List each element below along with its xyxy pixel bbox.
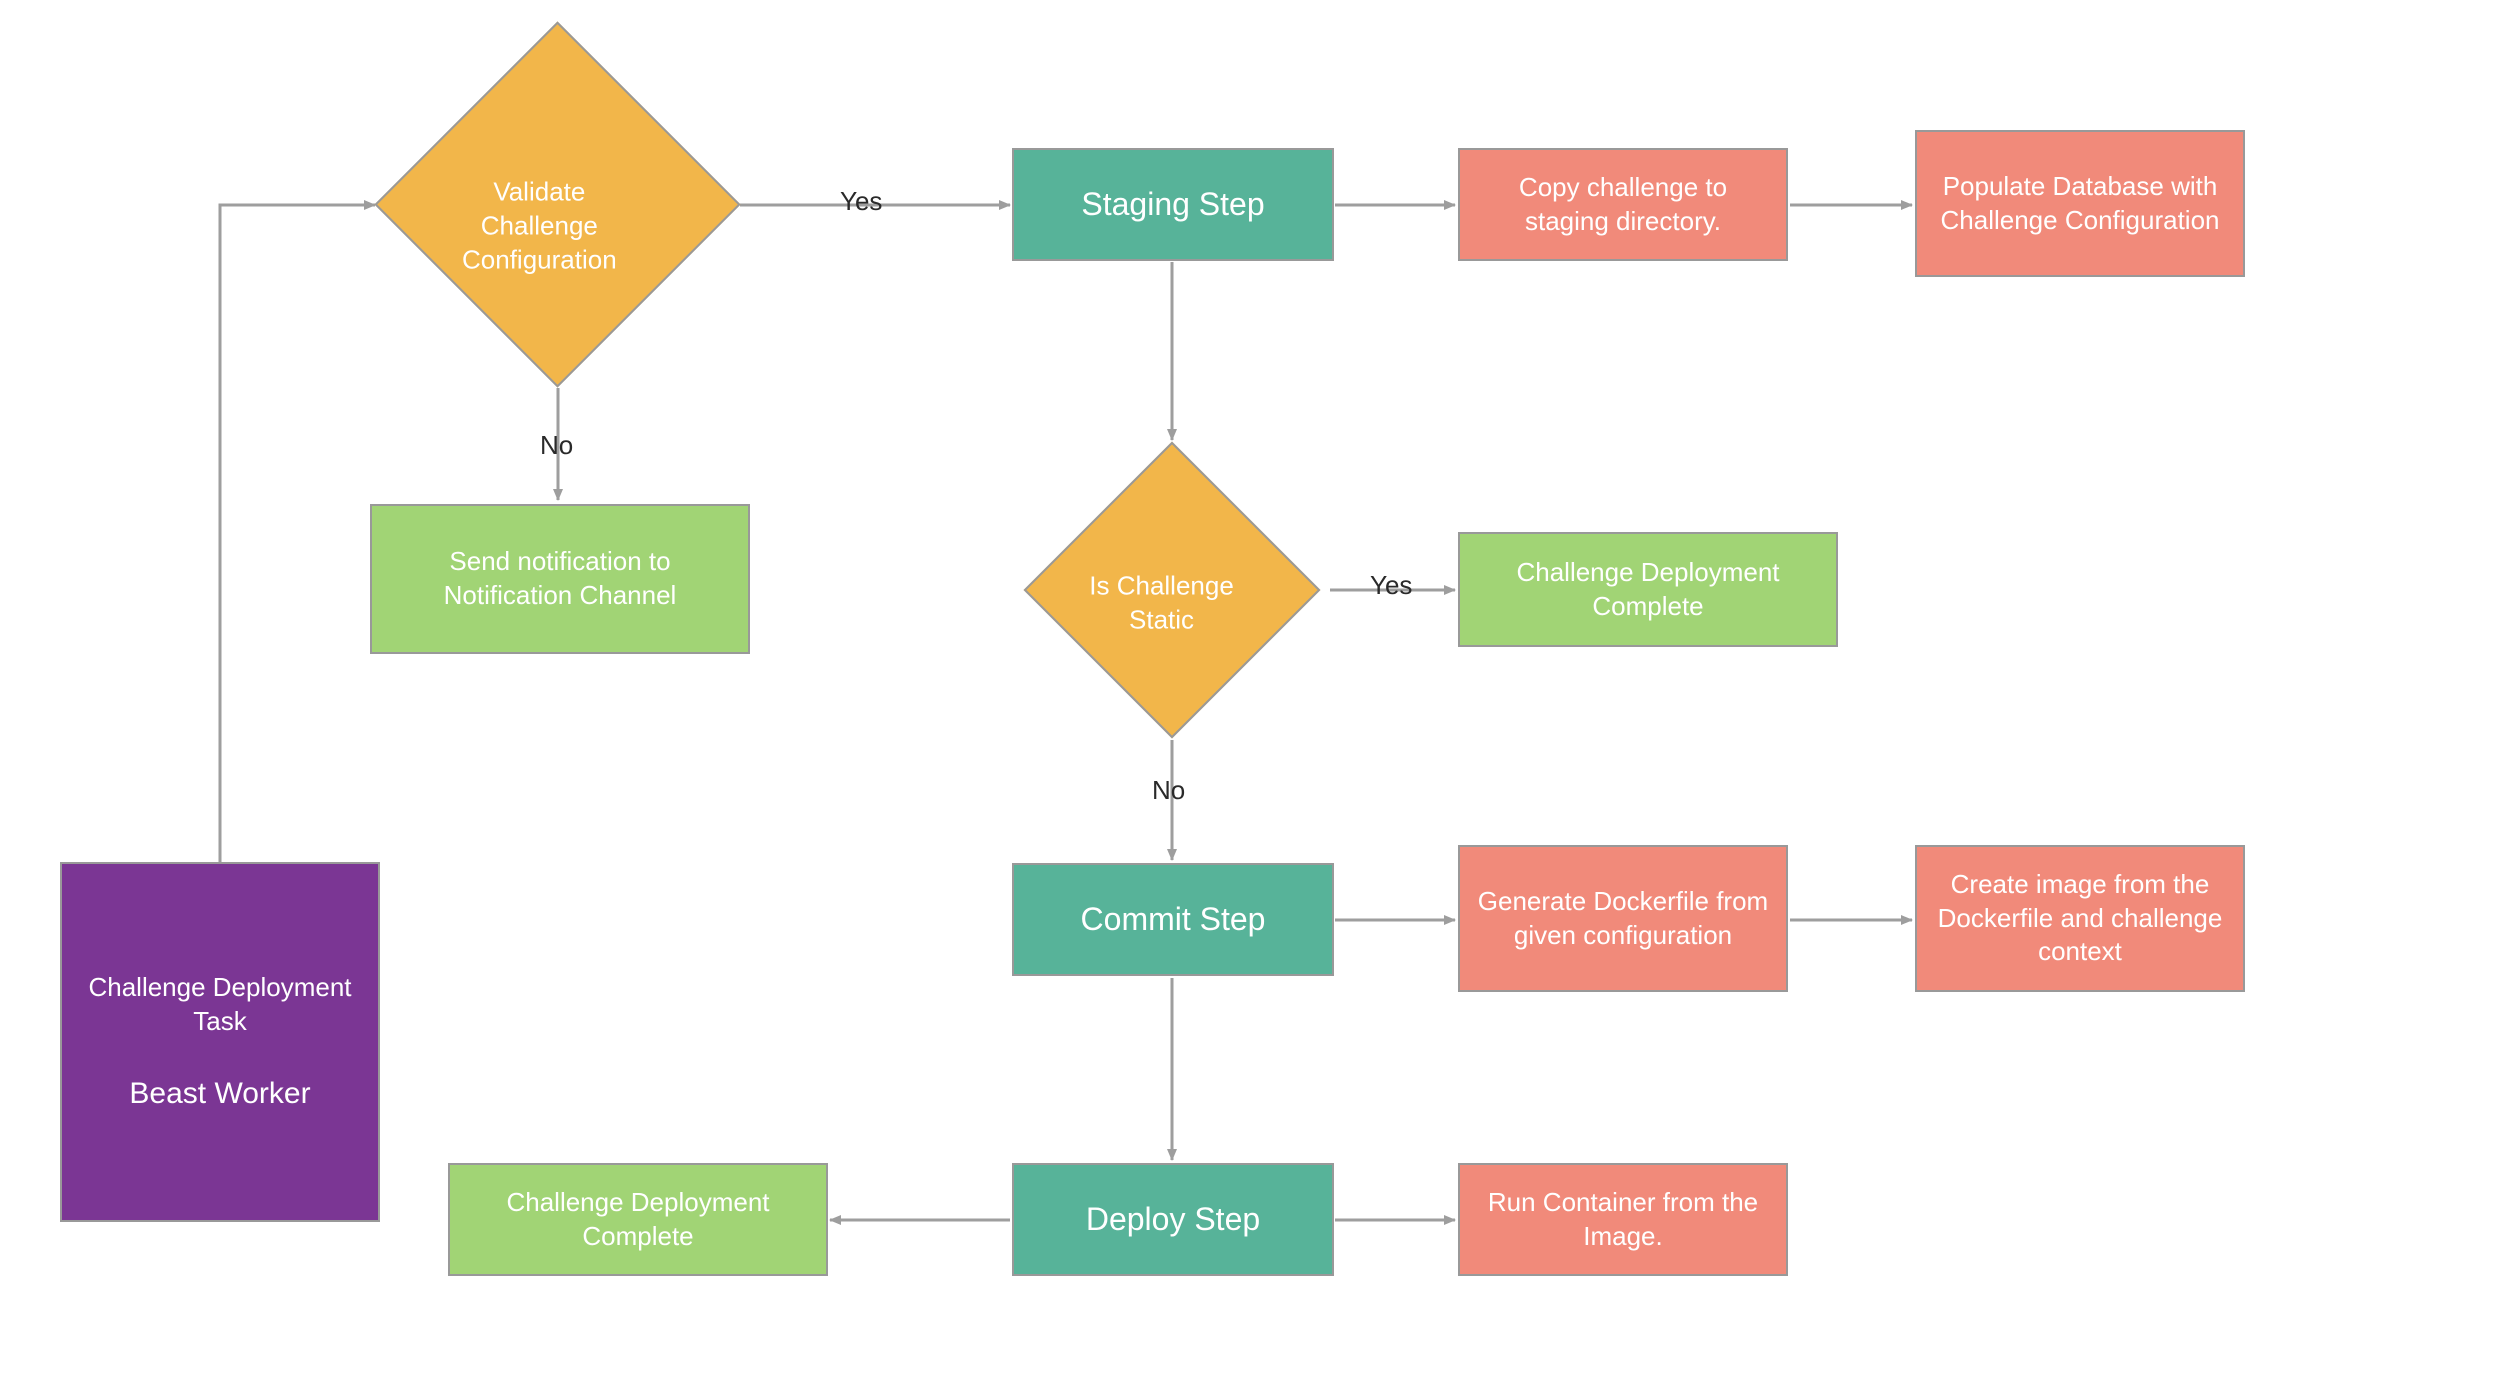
label-validate-yes: Yes: [840, 186, 882, 217]
node-create-image: Create image from the Dockerfile and cha…: [1915, 845, 2245, 992]
node-populate-db: Populate Database with Challenge Configu…: [1915, 130, 2245, 277]
node-send-notification: Send notification to Notification Channe…: [370, 504, 750, 654]
node-is-static: Is Challenge Static: [1024, 442, 1321, 739]
populate-db-label: Populate Database with Challenge Configu…: [1931, 170, 2229, 238]
staging-label: Staging Step: [1081, 184, 1264, 226]
create-image-label: Create image from the Dockerfile and cha…: [1931, 868, 2229, 969]
node-deploy-step: Deploy Step: [1012, 1163, 1334, 1276]
node-generate-dockerfile: Generate Dockerfile from given configura…: [1458, 845, 1788, 992]
node-commit-step: Commit Step: [1012, 863, 1334, 976]
validate-label: Validate Challenge Configuration: [439, 176, 639, 277]
send-notify-label: Send notification to Notification Channe…: [386, 545, 734, 613]
node-staging-step: Staging Step: [1012, 148, 1334, 261]
gen-dockerfile-label: Generate Dockerfile from given configura…: [1474, 885, 1772, 953]
worker-title: Challenge Deployment Task: [76, 971, 364, 1039]
deploy-complete1-label: Challenge Deployment Complete: [1474, 556, 1822, 624]
node-deploy-complete-final: Challenge Deployment Complete: [448, 1163, 828, 1276]
commit-label: Commit Step: [1081, 899, 1266, 941]
deploy-label: Deploy Step: [1086, 1199, 1260, 1241]
node-beast-worker: Challenge Deployment Task Beast Worker: [60, 862, 380, 1222]
worker-subtitle: Beast Worker: [129, 1074, 310, 1113]
deploy-complete2-label: Challenge Deployment Complete: [464, 1186, 812, 1254]
label-validate-no: No: [540, 430, 573, 461]
is-static-label: Is Challenge Static: [1062, 569, 1262, 637]
run-container-label: Run Container from the Image.: [1474, 1186, 1772, 1254]
copy-challenge-label: Copy challenge to staging directory.: [1474, 171, 1772, 239]
node-copy-challenge: Copy challenge to staging directory.: [1458, 148, 1788, 261]
flowchart-canvas: Challenge Deployment Task Beast Worker V…: [0, 0, 2494, 1373]
label-static-no: No: [1152, 775, 1185, 806]
node-validate-config: Validate Challenge Configuration: [374, 21, 740, 387]
node-run-container: Run Container from the Image.: [1458, 1163, 1788, 1276]
node-deploy-complete-static: Challenge Deployment Complete: [1458, 532, 1838, 647]
label-static-yes: Yes: [1370, 570, 1412, 601]
